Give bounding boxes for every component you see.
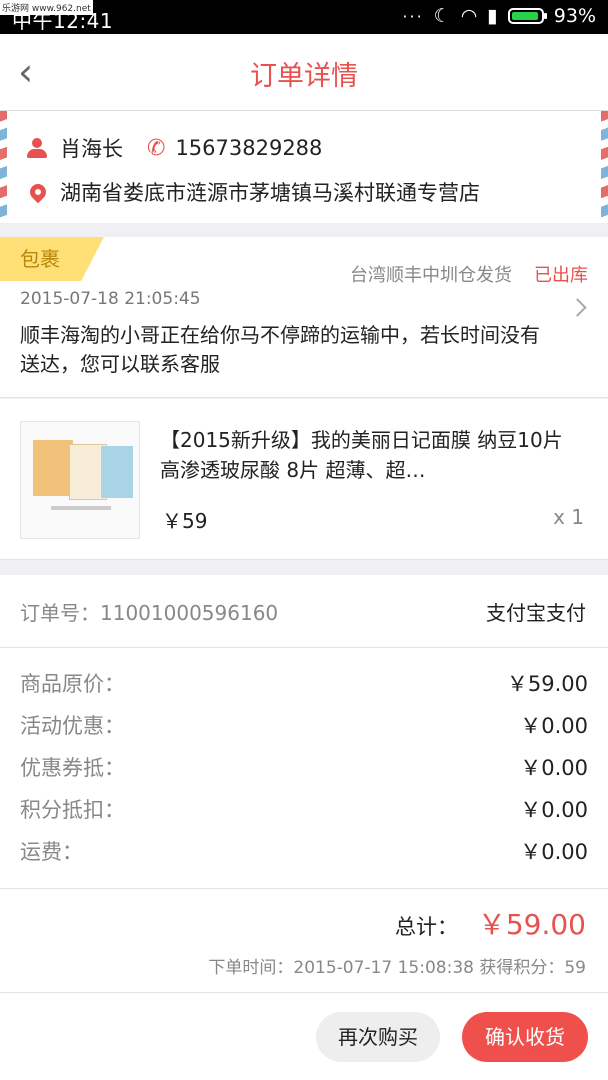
action-bar: 再次购买 确认收货 (0, 993, 608, 1080)
price-label: 优惠券抵： (20, 756, 125, 780)
package-tag: 包裹 (0, 237, 104, 281)
status-time: 中午12:41 (12, 9, 114, 33)
airmail-stripe-right (601, 111, 608, 223)
address-card: 肖海长 ✆ 15673829288 湖南省娄底市涟源市茅塘镇马溪村联通专营店 (0, 111, 608, 223)
price-value: ￥0.00 (520, 798, 588, 822)
total-label: 总计： (395, 915, 458, 939)
chevron-right-icon (568, 298, 587, 317)
recipient-phone: 15673829288 (175, 136, 323, 160)
shipping-state: 已出库 (534, 265, 588, 286)
price-value: ￥0.00 (520, 840, 588, 864)
price-row-original: 商品原价： ￥59.00 (20, 668, 588, 710)
price-value: ￥0.00 (520, 714, 588, 738)
product-name: 【2015新升级】我的美丽日记面膜 纳豆10片 高渗透玻尿酸 8片 超薄、超… (160, 428, 563, 482)
package-tracking-card[interactable]: 包裹 台湾顺丰中圳仓发货 已出库 2015-07-18 21:05:45 顺丰海… (0, 237, 608, 398)
tracking-message: 顺丰海淘的小哥正在给你马不停蹄的运输中，若长时间没有送达，您可以联系客服 (20, 323, 540, 376)
page-title: 订单详情 (250, 61, 358, 92)
product-item[interactable]: 【2015新升级】我的美丽日记面膜 纳豆10片 高渗透玻尿酸 8片 超薄、超… … (0, 399, 608, 560)
app-header: ‹ 订单详情 (0, 34, 608, 111)
moon-icon: ☾ (433, 5, 451, 27)
status-bar: 乐游网 www.962.net 中午12:41 ··· ☾ ◠ ▮ 93% (0, 0, 608, 34)
thumbnail-box-orange (33, 440, 73, 496)
confirm-receipt-button[interactable]: 确认收货 (462, 1012, 588, 1062)
user-icon (26, 137, 48, 159)
price-label: 商品原价： (20, 672, 125, 696)
order-total: 总计： ￥59.00 下单时间：2015-07-17 15:08:38 获得积分… (0, 889, 608, 993)
price-label: 运费： (20, 840, 83, 864)
warehouse-label: 台湾顺丰中圳仓发货 (350, 265, 512, 286)
recipient-name: 肖海长 (60, 137, 123, 161)
product-quantity: x 1 (553, 505, 584, 529)
price-row-shipping: 运费： ￥0.00 (20, 836, 588, 878)
price-row-points: 积分抵扣： ￥0.00 (20, 794, 588, 836)
wifi-icon: ◠ (460, 5, 478, 27)
price-value: ￥59.00 (506, 672, 588, 696)
payment-method: 支付宝支付 (486, 601, 586, 625)
price-label: 积分抵扣： (20, 798, 125, 822)
notification-dots-icon: ··· (402, 6, 424, 26)
tracking-time: 2015-07-18 21:05:45 (20, 289, 201, 309)
price-row-promotion: 活动优惠： ￥0.00 (20, 710, 588, 752)
thumbnail-caption-bar (51, 506, 111, 510)
location-pin-icon (26, 180, 50, 204)
order-number: 订单号：11001000596160 (20, 601, 279, 625)
product-price: ￥59 (162, 509, 208, 533)
signal-icon: ▮ (487, 5, 498, 27)
price-row-coupon: 优惠券抵： ￥0.00 (20, 752, 588, 794)
buy-again-button[interactable]: 再次购买 (316, 1012, 440, 1062)
battery-icon (507, 8, 547, 24)
phone-icon: ✆ (147, 135, 166, 161)
total-value: ￥59.00 (477, 908, 586, 941)
battery-percent: 93% (553, 5, 596, 27)
order-info-row: 订单号：11001000596160 支付宝支付 (0, 575, 608, 648)
price-label: 活动优惠： (20, 714, 125, 738)
address-row: 湖南省娄底市涟源市茅塘镇马溪村联通专营店 (26, 177, 480, 207)
product-thumbnail (20, 421, 140, 539)
battery-fill (511, 12, 538, 20)
price-value: ￥0.00 (520, 756, 588, 780)
contact-row: 肖海长 ✆ 15673829288 (26, 133, 322, 163)
thumbnail-box-blue (101, 446, 133, 498)
order-meta: 下单时间：2015-07-17 15:08:38 获得积分：59 (208, 958, 586, 978)
status-icons: ··· ☾ ◠ ▮ 93% (402, 5, 596, 27)
airmail-stripe-left (0, 111, 7, 223)
recipient-address: 湖南省娄底市涟源市茅塘镇马溪村联通专营店 (60, 181, 480, 205)
price-breakdown: 商品原价： ￥59.00 活动优惠： ￥0.00 优惠券抵： ￥0.00 积分抵… (0, 648, 608, 889)
